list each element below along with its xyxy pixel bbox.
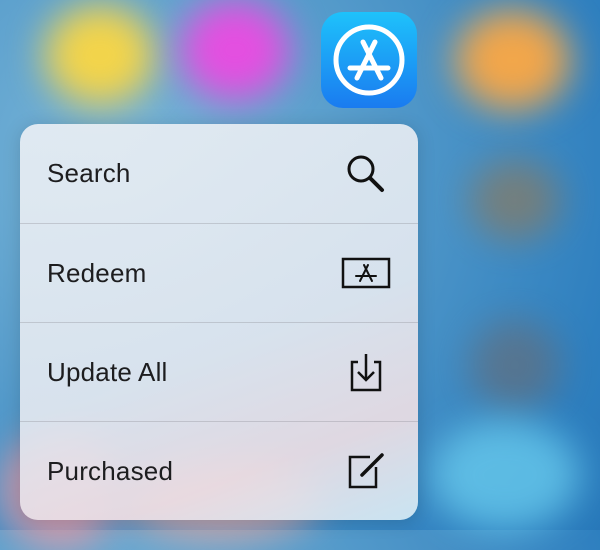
quick-action-label: Search — [47, 158, 131, 188]
search-icon — [340, 152, 392, 196]
quick-actions-menu: Search Redeem Update All Purchased — [20, 124, 418, 520]
quick-action-search[interactable]: Search — [20, 124, 418, 223]
quick-action-update-all[interactable]: Update All — [20, 322, 418, 421]
quick-action-label: Redeem — [47, 257, 147, 288]
blurred-app-icon — [470, 320, 560, 410]
compose-icon — [340, 449, 392, 493]
blurred-app-icon — [180, 0, 290, 100]
blurred-app-icon — [45, 5, 155, 105]
blurred-app-icon — [430, 420, 580, 530]
app-store-glyph — [333, 24, 405, 96]
download-icon — [340, 350, 392, 394]
quick-action-purchased[interactable]: Purchased — [20, 421, 418, 520]
redeem-icon — [340, 251, 392, 295]
quick-action-label: Purchased — [47, 455, 174, 486]
quick-action-label: Update All — [47, 356, 168, 387]
blurred-app-icon — [455, 10, 570, 110]
blurred-app-icon — [470, 160, 560, 240]
app-store-icon[interactable] — [321, 12, 417, 108]
quick-action-redeem[interactable]: Redeem — [20, 223, 418, 322]
